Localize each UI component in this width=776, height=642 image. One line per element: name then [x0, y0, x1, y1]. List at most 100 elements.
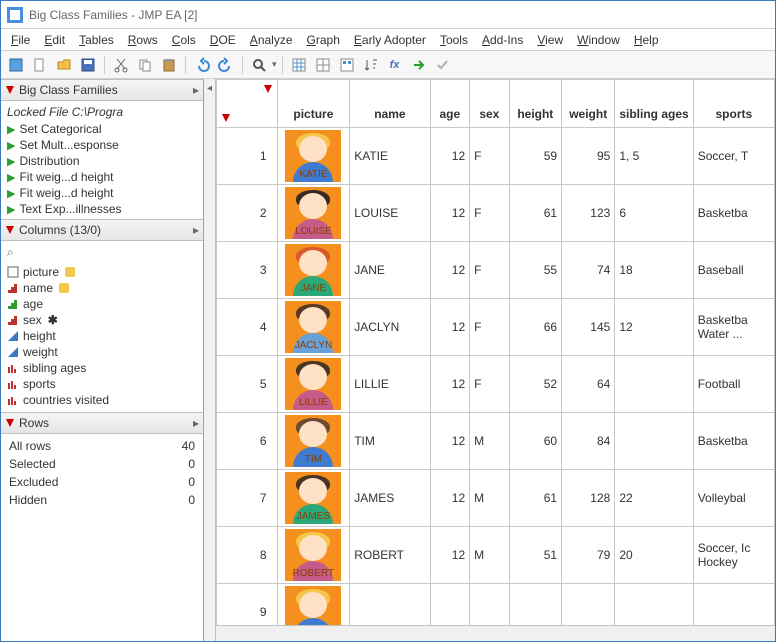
tb-home[interactable] — [5, 54, 27, 76]
row-number[interactable]: 4 — [217, 299, 278, 356]
column-item[interactable]: sibling ages — [7, 360, 197, 376]
cell-sibling-ages[interactable]: 18 — [615, 242, 693, 299]
data-grid[interactable]: picturenameagesexheightweightsibling age… — [216, 79, 775, 641]
column-item[interactable]: age — [7, 296, 197, 312]
column-header[interactable]: name — [350, 80, 430, 128]
tb-zoom[interactable] — [248, 54, 270, 76]
disclosure-icon[interactable] — [221, 113, 231, 123]
panel-header-rows[interactable]: Rows ▸ — [1, 412, 203, 434]
cell-sports[interactable]: Soccer, T — [693, 128, 774, 185]
cell-picture[interactable]: LOUISE — [277, 185, 350, 242]
cell-weight[interactable]: 123 — [562, 185, 615, 242]
collapse-icon[interactable]: ◂ — [207, 83, 212, 641]
tb-undo[interactable] — [191, 54, 213, 76]
tb-new[interactable] — [29, 54, 51, 76]
tb-save[interactable] — [77, 54, 99, 76]
cell-picture[interactable]: TIM — [277, 413, 350, 470]
cell-sibling-ages[interactable]: 22 — [615, 470, 693, 527]
cell-sex[interactable]: M — [470, 527, 509, 584]
cell-sibling-ages[interactable]: 6 — [615, 185, 693, 242]
menu-help[interactable]: Help — [628, 31, 665, 49]
menu-window[interactable]: Window — [571, 31, 626, 49]
cell-weight[interactable]: 79 — [562, 527, 615, 584]
cell-age[interactable]: 12 — [430, 242, 470, 299]
cell-height[interactable]: 51 — [509, 527, 562, 584]
cell-name[interactable]: ROBERT — [350, 527, 430, 584]
cell-name[interactable]: TIM — [350, 413, 430, 470]
menu-tools[interactable]: Tools — [434, 31, 474, 49]
horizontal-scrollbar[interactable] — [216, 625, 775, 641]
menu-edit[interactable]: Edit — [38, 31, 71, 49]
menu-addins[interactable]: Add-Ins — [476, 31, 529, 49]
cell-sibling-ages[interactable]: 12 — [615, 299, 693, 356]
caret-icon[interactable]: ▸ — [193, 83, 199, 97]
column-header[interactable]: sex — [470, 80, 509, 128]
tb-grid2[interactable] — [312, 54, 334, 76]
table-row[interactable]: 7JAMESJAMES12M6112822Volleybal — [217, 470, 775, 527]
cell-name[interactable]: KATIE — [350, 128, 430, 185]
table-row[interactable]: 5LILLIELILLIE12F5264Football — [217, 356, 775, 413]
cell-sibling-ages[interactable] — [615, 413, 693, 470]
disclosure-icon[interactable] — [5, 225, 15, 235]
cell-height[interactable]: 52 — [509, 356, 562, 413]
script-item[interactable]: ▶Set Categorical — [5, 121, 199, 137]
cell-picture[interactable]: KATIE — [277, 128, 350, 185]
column-header[interactable]: height — [509, 80, 562, 128]
cell-picture[interactable]: JACLYN — [277, 299, 350, 356]
column-header[interactable]: weight — [562, 80, 615, 128]
cell-sex[interactable]: F — [470, 242, 509, 299]
cell-picture[interactable]: JANE — [277, 242, 350, 299]
cell-height[interactable]: 60 — [509, 413, 562, 470]
cell-sex[interactable]: M — [470, 413, 509, 470]
table-row[interactable]: 8ROBERTROBERT12M517920Soccer, IcHockey — [217, 527, 775, 584]
cell-sex[interactable]: F — [470, 356, 509, 413]
cell-age[interactable]: 12 — [430, 356, 470, 413]
left-margin[interactable]: ◂ — [204, 79, 216, 641]
column-item[interactable]: name — [7, 280, 197, 296]
row-number[interactable]: 6 — [217, 413, 278, 470]
cell-name[interactable]: JANE — [350, 242, 430, 299]
cell-weight[interactable]: 95 — [562, 128, 615, 185]
table-row[interactable]: 1KATIEKATIE12F59951, 5Soccer, T — [217, 128, 775, 185]
cell-weight[interactable]: 84 — [562, 413, 615, 470]
cell-weight[interactable]: 64 — [562, 356, 615, 413]
table-row[interactable]: 2LOUISELOUISE12F611236Basketba — [217, 185, 775, 242]
row-number[interactable]: 3 — [217, 242, 278, 299]
cell-sports[interactable]: Football — [693, 356, 774, 413]
row-number[interactable]: 8 — [217, 527, 278, 584]
cell-height[interactable]: 59 — [509, 128, 562, 185]
cell-age[interactable]: 12 — [430, 128, 470, 185]
column-header[interactable]: age — [430, 80, 470, 128]
cell-height[interactable]: 61 — [509, 185, 562, 242]
cell-age[interactable]: 12 — [430, 413, 470, 470]
cell-sibling-ages[interactable]: 20 — [615, 527, 693, 584]
column-item[interactable]: sex✱ — [7, 312, 197, 328]
menu-file[interactable]: File — [5, 31, 36, 49]
column-item[interactable]: height — [7, 328, 197, 344]
column-item[interactable]: picture — [7, 264, 197, 280]
cell-age[interactable]: 12 — [430, 527, 470, 584]
row-stat[interactable]: Selected0 — [7, 456, 197, 472]
tb-arrow[interactable] — [408, 54, 430, 76]
tb-paste[interactable] — [158, 54, 180, 76]
menu-cols[interactable]: Cols — [166, 31, 202, 49]
cell-sports[interactable]: Baseball — [693, 242, 774, 299]
column-header[interactable]: sibling ages — [615, 80, 693, 128]
cell-sex[interactable]: F — [470, 299, 509, 356]
disclosure-icon[interactable] — [5, 418, 15, 428]
tb-grid1[interactable] — [288, 54, 310, 76]
menu-earlyadopter[interactable]: Early Adopter — [348, 31, 432, 49]
tb-sort[interactable] — [360, 54, 382, 76]
dropdown-icon[interactable]: ▾ — [272, 59, 277, 70]
cell-age[interactable]: 12 — [430, 470, 470, 527]
tb-redo[interactable] — [215, 54, 237, 76]
script-item[interactable]: ▶Set Mult...esponse — [5, 137, 199, 153]
row-stat[interactable]: Hidden0 — [7, 492, 197, 508]
cell-sports[interactable]: BasketbaWater ... — [693, 299, 774, 356]
column-search[interactable]: ⌕ — [5, 243, 199, 262]
table-row[interactable]: 4JACLYNJACLYN12F6614512BasketbaWater ... — [217, 299, 775, 356]
cell-height[interactable]: 55 — [509, 242, 562, 299]
column-item[interactable]: countries visited — [7, 392, 197, 408]
column-item[interactable]: sports — [7, 376, 197, 392]
cell-weight[interactable]: 74 — [562, 242, 615, 299]
